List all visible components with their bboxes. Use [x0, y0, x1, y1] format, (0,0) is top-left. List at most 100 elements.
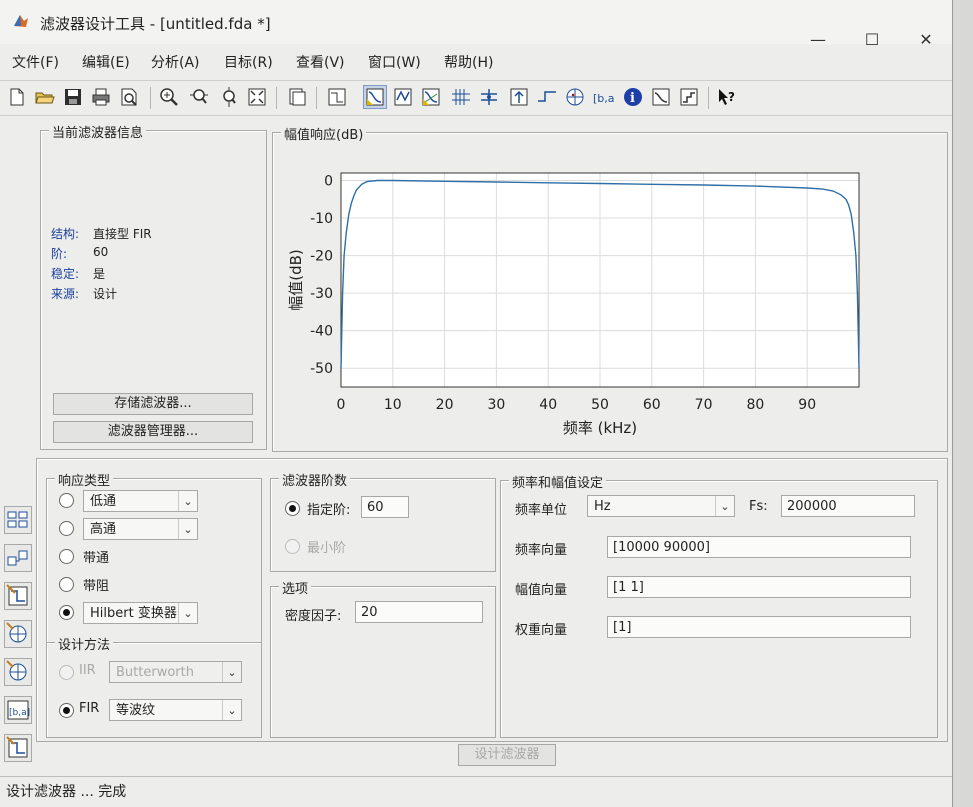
- toolbar-separator: [708, 87, 709, 109]
- minimum-order-radio[interactable]: [285, 539, 300, 554]
- fdatool-window: 滤波器设计工具 - [untitled.fda *] — ☐ ✕ 文件(F) 编…: [0, 0, 953, 807]
- magnitude-estimate-icon[interactable]: [650, 86, 672, 108]
- x-tick-label: 80: [746, 397, 764, 413]
- menu-help[interactable]: 帮助(H): [444, 52, 493, 72]
- save-icon[interactable]: [62, 86, 84, 108]
- lowpass-radio[interactable]: [59, 493, 74, 508]
- minimum-order-label: 最小阶: [307, 541, 347, 556]
- store-filter-button[interactable]: 存储滤波器...: [53, 393, 253, 415]
- highpass-radio[interactable]: [59, 521, 74, 536]
- source-key: 来源:: [51, 287, 80, 301]
- zoom-y-icon[interactable]: [218, 86, 240, 108]
- freq-vector-input[interactable]: [10000 90000]: [607, 536, 911, 558]
- full-view-icon[interactable]: [246, 86, 268, 108]
- toolbar-separator: [276, 87, 277, 109]
- filter-design-icon: [6, 736, 28, 758]
- transform-filter-button[interactable]: [4, 506, 32, 534]
- menu-view[interactable]: 查看(V): [296, 52, 345, 72]
- step-response-icon[interactable]: [536, 86, 558, 108]
- magnitude-phase-icon[interactable]: [420, 86, 442, 108]
- specify-order-input[interactable]: 60: [361, 496, 409, 518]
- info-icon[interactable]: i: [622, 86, 644, 108]
- menu-window[interactable]: 窗口(W): [368, 52, 421, 72]
- coefficients-icon[interactable]: [b,a]: [592, 86, 614, 108]
- fir-method-select[interactable]: 等波纹 ⌄: [109, 699, 242, 721]
- iir-radio[interactable]: [59, 665, 74, 680]
- coefficients-mode-button[interactable]: [b,a]: [4, 696, 32, 724]
- response-type-panel: 响应类型 低通 ⌄ 高通 ⌄ 带通 带阻 Hilbert 变换器 ⌄: [46, 470, 262, 644]
- design-filter-mode-button[interactable]: [4, 582, 32, 610]
- import-filter-icon: [6, 660, 27, 681]
- title-bar: 滤波器设计工具 - [untitled.fda *] — ☐ ✕: [0, 0, 952, 49]
- menu-targets[interactable]: 目标(R): [224, 52, 273, 72]
- realize-model-button[interactable]: [4, 544, 32, 572]
- import-filter-button[interactable]: [4, 658, 32, 686]
- whats-this-icon[interactable]: ?: [716, 86, 738, 108]
- zoom-x-icon[interactable]: [188, 86, 210, 108]
- magnitude-response-active-icon[interactable]: [363, 85, 387, 109]
- iir-method-select[interactable]: Butterworth ⌄: [109, 661, 242, 683]
- specify-order-radio[interactable]: [285, 501, 300, 516]
- menu-file[interactable]: 文件(F): [12, 52, 59, 72]
- highpass-select[interactable]: 高通 ⌄: [83, 518, 198, 540]
- bandpass-label: 带通: [83, 551, 110, 566]
- print-preview-icon[interactable]: [118, 86, 140, 108]
- filter-manager-button[interactable]: 滤波器管理器...: [53, 421, 253, 443]
- fs-label: Fs:: [749, 499, 768, 514]
- design-filter-mode-icon: [6, 584, 28, 606]
- menu-edit[interactable]: 编辑(E): [82, 52, 130, 72]
- fir-radio[interactable]: [59, 703, 74, 718]
- chevron-down-icon: ⌄: [178, 603, 197, 623]
- sidebar-extra-button[interactable]: [4, 734, 32, 762]
- bandpass-radio[interactable]: [59, 549, 74, 564]
- noise-power-icon[interactable]: [678, 86, 700, 108]
- transform-icon: [7, 511, 28, 528]
- bandstop-radio[interactable]: [59, 577, 74, 592]
- phase-response-icon[interactable]: [392, 86, 414, 108]
- status-text: 设计滤波器 ... 完成: [6, 784, 127, 800]
- mag-vector-input[interactable]: [1 1]: [607, 576, 911, 598]
- menu-analysis[interactable]: 分析(A): [151, 52, 200, 72]
- x-tick-label: 90: [798, 397, 816, 413]
- weight-vector-input[interactable]: [1]: [607, 616, 911, 638]
- hilbert-radio[interactable]: [59, 605, 74, 620]
- freq-units-label: 频率单位: [515, 503, 568, 518]
- print-icon[interactable]: [90, 86, 112, 108]
- design-method-panel: 设计方法 IIR Butterworth ⌄ FIR 等波纹 ⌄: [46, 634, 262, 738]
- zoom-in-icon[interactable]: [158, 86, 180, 108]
- pole-zero-editor-button[interactable]: [4, 620, 32, 648]
- hilbert-select[interactable]: Hilbert 变换器 ⌄: [83, 602, 198, 624]
- filter-order-panel: 滤波器阶数 指定阶: 60 最小阶: [270, 470, 496, 572]
- phase-delay-icon[interactable]: [478, 86, 500, 108]
- impulse-response-icon[interactable]: [508, 86, 530, 108]
- structure-key: 结构:: [51, 227, 80, 241]
- matlab-app-icon: [14, 15, 28, 27]
- svg-text:i: i: [630, 91, 635, 106]
- fs-input[interactable]: 200000: [781, 495, 915, 517]
- magnitude-response-icon[interactable]: [326, 86, 348, 108]
- menu-bar: 文件(F) 编辑(E) 分析(A) 目标(R) 查看(V) 窗口(W) 帮助(H…: [0, 48, 952, 74]
- status-bar: 设计滤波器 ... 完成: [0, 776, 952, 805]
- toolbar-separator: [150, 87, 151, 109]
- magnitude-response-chart[interactable]: 0 10 20 30 40 50 60 70 80 90 0 -10 -20 -30 -40 -50 频率 (…: [273, 133, 947, 451]
- design-filter-button[interactable]: 设计滤波器: [458, 744, 556, 766]
- density-factor-label: 密度因子:: [285, 609, 342, 624]
- fir-label: FIR: [79, 701, 100, 716]
- svg-text:[b,a]: [b,a]: [593, 92, 614, 105]
- iir-label: IIR: [79, 663, 96, 678]
- x-tick-label: 70: [695, 397, 713, 413]
- order-value: 60: [93, 245, 109, 259]
- pole-zero-editor-icon: [6, 622, 27, 643]
- group-delay-icon[interactable]: [450, 86, 472, 108]
- open-folder-icon[interactable]: [34, 86, 56, 108]
- new-file-icon[interactable]: [6, 86, 28, 108]
- toolbar-separator: [316, 87, 317, 109]
- filter-specs-icon[interactable]: [286, 86, 308, 108]
- chevron-down-icon: ⌄: [178, 519, 197, 539]
- pole-zero-icon[interactable]: [564, 86, 586, 108]
- fir-method-value: 等波纹: [116, 703, 156, 718]
- freq-units-select[interactable]: Hz ⌄: [587, 495, 735, 517]
- density-factor-input[interactable]: 20: [355, 601, 483, 623]
- lowpass-select[interactable]: 低通 ⌄: [83, 490, 198, 512]
- design-method-legend: 设计方法: [55, 634, 114, 653]
